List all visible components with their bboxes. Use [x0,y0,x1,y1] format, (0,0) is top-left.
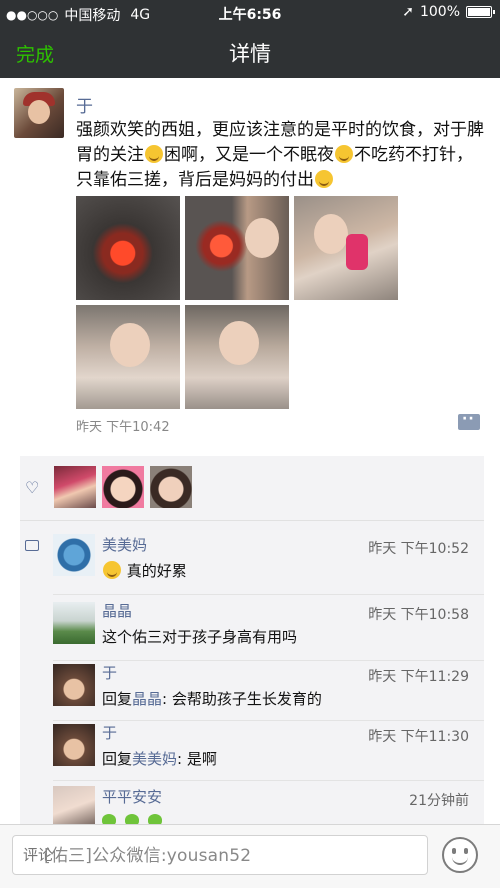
comment-menu-button[interactable] [458,411,480,430]
author-name[interactable]: 于 [76,92,93,117]
like-avatar-2[interactable] [102,466,144,508]
comment-input-bar: [佑三]公众微信:yousan52 [0,824,500,888]
comment-time: 昨天 下午10:52 [368,541,469,557]
page-title: 详情 [229,42,271,66]
post-photo-2[interactable] [185,196,289,300]
heart-icon: ♡ [25,478,40,497]
comment-author[interactable]: 平平安安 [102,786,162,807]
comment-author[interactable]: 于 [102,662,117,683]
battery-percent: 100% [419,4,460,20]
comment-text-content: 真的好累 [126,562,187,580]
location-icon: ➚ [402,4,414,20]
comment-text: 真的好累 [102,560,187,581]
battery-icon [466,6,495,18]
sleepy-emoji-icon [335,145,353,163]
status-bar: ●●○○○ 中国移动 4G 上午6:56 ➚ 100% [0,0,500,26]
smile-emoji-icon [315,170,333,188]
comment-separator [53,660,484,661]
tired-emoji-icon [103,561,121,579]
comment-time: 昨天 下午10:58 [368,607,469,623]
comment-avatar[interactable] [53,724,95,766]
comment-separator [53,594,484,595]
nav-bar: 完成 详情 [0,26,500,78]
post-text-part-2: 困啊，又是一个不眠夜 [164,145,334,165]
post-time: 昨天 下午10:42 [76,420,170,435]
comment-avatar[interactable] [53,534,95,576]
post-photo-1[interactable] [76,196,180,300]
reply-prefix: 回复 [102,690,133,708]
comment-text: 这个佑三对于孩子身高有用吗 [102,628,298,646]
sleepy-emoji-icon [145,145,163,163]
comment-author[interactable]: 晶晶 [102,600,132,621]
watermark-text: [佑三]公众微信:yousan52 [44,846,252,866]
post-photo-4[interactable] [76,305,180,409]
comment-text: 回复晶晶: 会帮助孩子生长发育的 [102,688,322,709]
reply-prefix: 回复 [102,750,133,768]
post-text: 强颜欢笑的西姐，更应该注意的是平时的饮食，对于脾胃的关注 困啊，又是一个不眠夜 不吃… [76,118,486,193]
likes-divider [20,520,484,521]
reply-to-name[interactable]: 美美妈 [132,750,177,768]
post-photo-5[interactable] [185,305,289,409]
comment-author[interactable]: 于 [102,722,117,743]
comment-text: 回复美美妈: 是啊 [102,748,217,769]
status-right: ➚ 100% [402,4,495,20]
comment-author[interactable]: 美美妈 [102,534,147,555]
interaction-area: ♡ 美美妈 昨天 下午10:52 真的好累 晶晶 昨天 下午10:58 这个佑三… [20,456,484,828]
post-photo-3[interactable] [294,196,398,300]
comment-time: 昨天 下午11:29 [368,669,469,685]
comment-separator [53,780,484,781]
like-avatar-3[interactable] [150,466,192,508]
comment-avatar[interactable] [53,602,95,644]
comment-icon [25,540,39,551]
comment-separator [53,720,484,721]
comment-text-content: : 是啊 [177,750,217,768]
comment-time: 21分钟前 [409,793,469,809]
author-avatar[interactable] [14,88,64,138]
comment-text-content: : 会帮助孩子生长发育的 [162,690,322,708]
comment-time: 昨天 下午11:30 [368,729,469,745]
emoji-button[interactable] [442,837,478,873]
reply-to-name[interactable]: 晶晶 [132,690,162,708]
like-avatar-1[interactable] [54,466,96,508]
comment-avatar[interactable] [53,786,95,828]
comment-avatar[interactable] [53,664,95,706]
